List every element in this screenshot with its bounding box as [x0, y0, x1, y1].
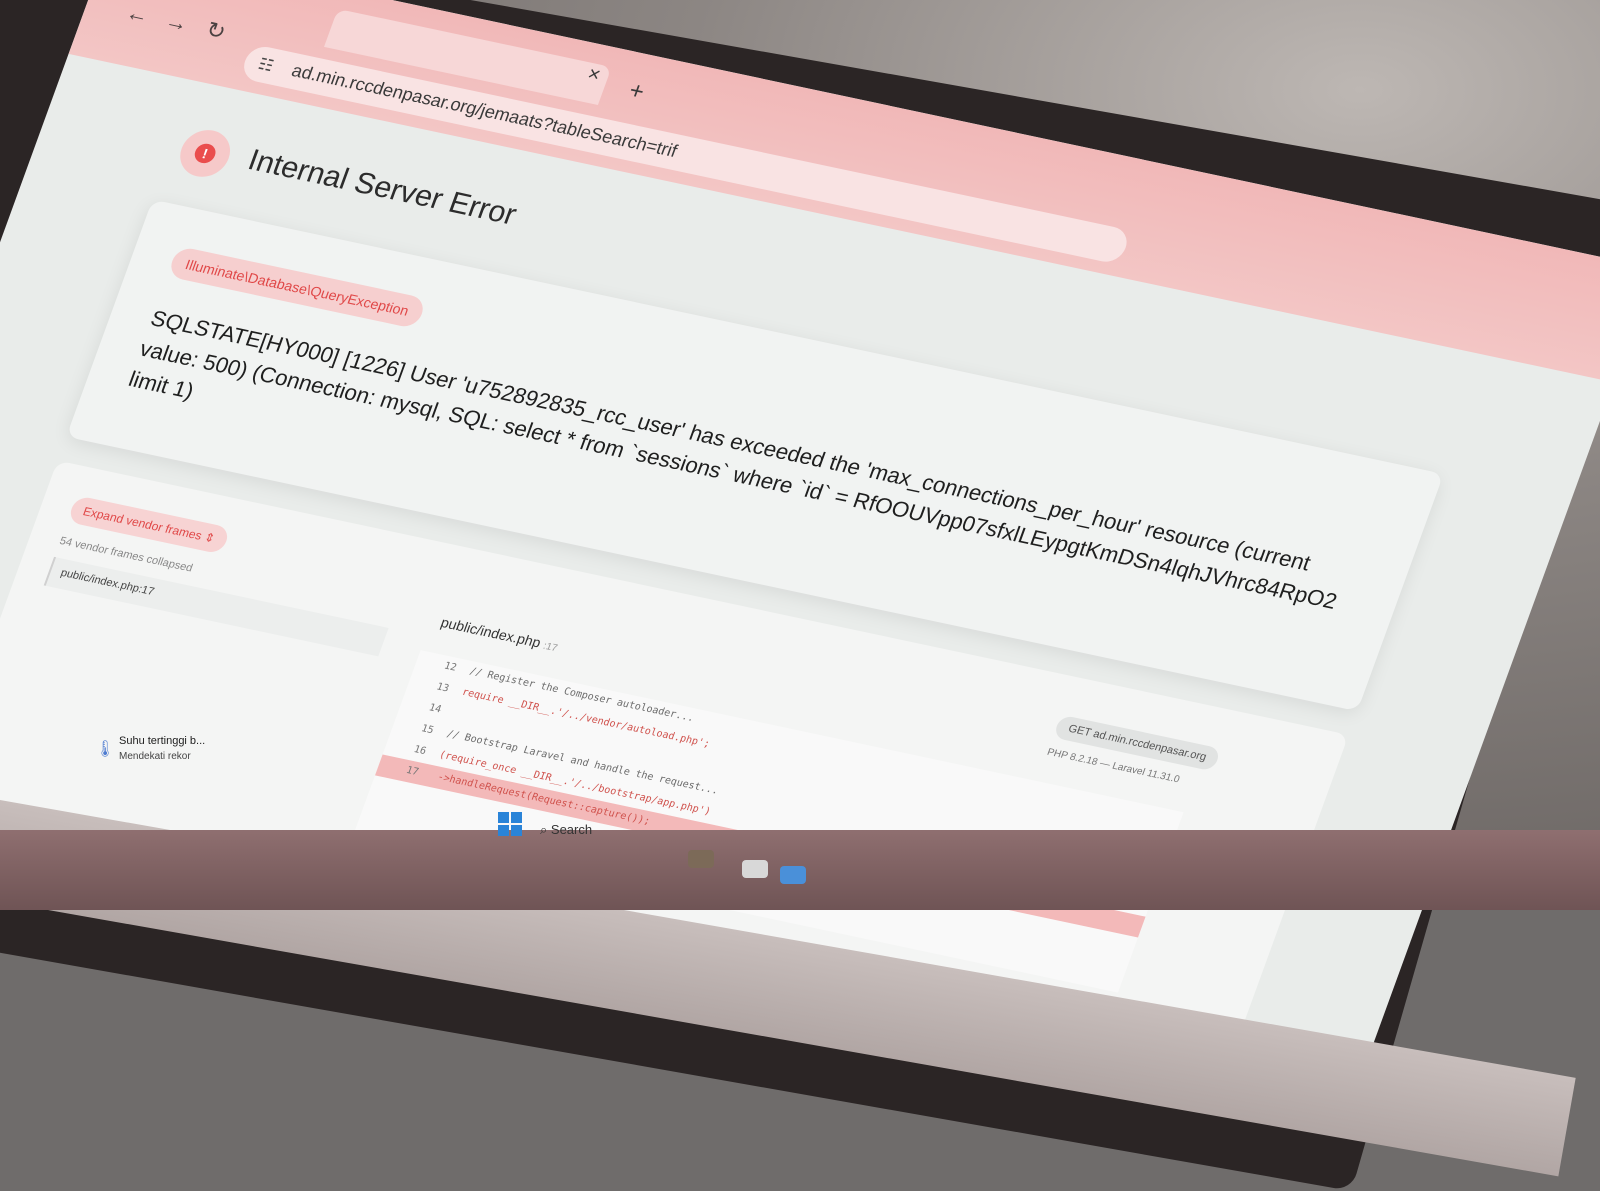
site-info-icon[interactable]: ☷: [255, 54, 276, 76]
code-file-line: :17: [541, 640, 559, 655]
stack-frame-label: public/index.php:17: [58, 566, 156, 599]
weather-subtitle: Mendekati rekor: [119, 751, 191, 762]
back-button[interactable]: ←: [122, 0, 154, 29]
search-icon: ⌕: [540, 822, 548, 837]
taskbar-app-icon[interactable]: [780, 866, 806, 884]
weather-widget[interactable]: 🌡 Suhu tertinggi b... Mendekati rekor: [95, 735, 255, 775]
taskbar-app-icon[interactable]: [688, 850, 714, 868]
forward-button[interactable]: →: [161, 8, 193, 37]
taskbar-search-label: Search: [550, 822, 593, 837]
stack-frame[interactable]: public/index.php:17: [43, 556, 389, 657]
request-info: GET ad.min.rccdenpasar.org PHP 8.2.18 — …: [1045, 714, 1222, 792]
taskbar-search[interactable]: ⌕ Search: [540, 822, 592, 838]
taskbar-app-icon[interactable]: [742, 860, 768, 878]
error-icon: !: [173, 125, 237, 182]
new-tab-button[interactable]: +: [625, 77, 648, 106]
page-title: Internal Server Error: [243, 143, 521, 232]
reload-button[interactable]: ↻: [200, 17, 232, 45]
code-file-name: public/index.php: [438, 614, 544, 651]
chevron-updown-icon: ⇕: [202, 530, 218, 546]
code-file-label: public/index.php :17: [439, 614, 561, 654]
expand-vendor-frames-label: Expand vendor frames: [81, 504, 204, 543]
error-badge-mark: !: [191, 141, 219, 166]
weather-icon: 🌡: [95, 741, 116, 758]
weather-title: Suhu tertinggi b...: [119, 735, 206, 747]
windows-start-icon[interactable]: [498, 812, 522, 836]
